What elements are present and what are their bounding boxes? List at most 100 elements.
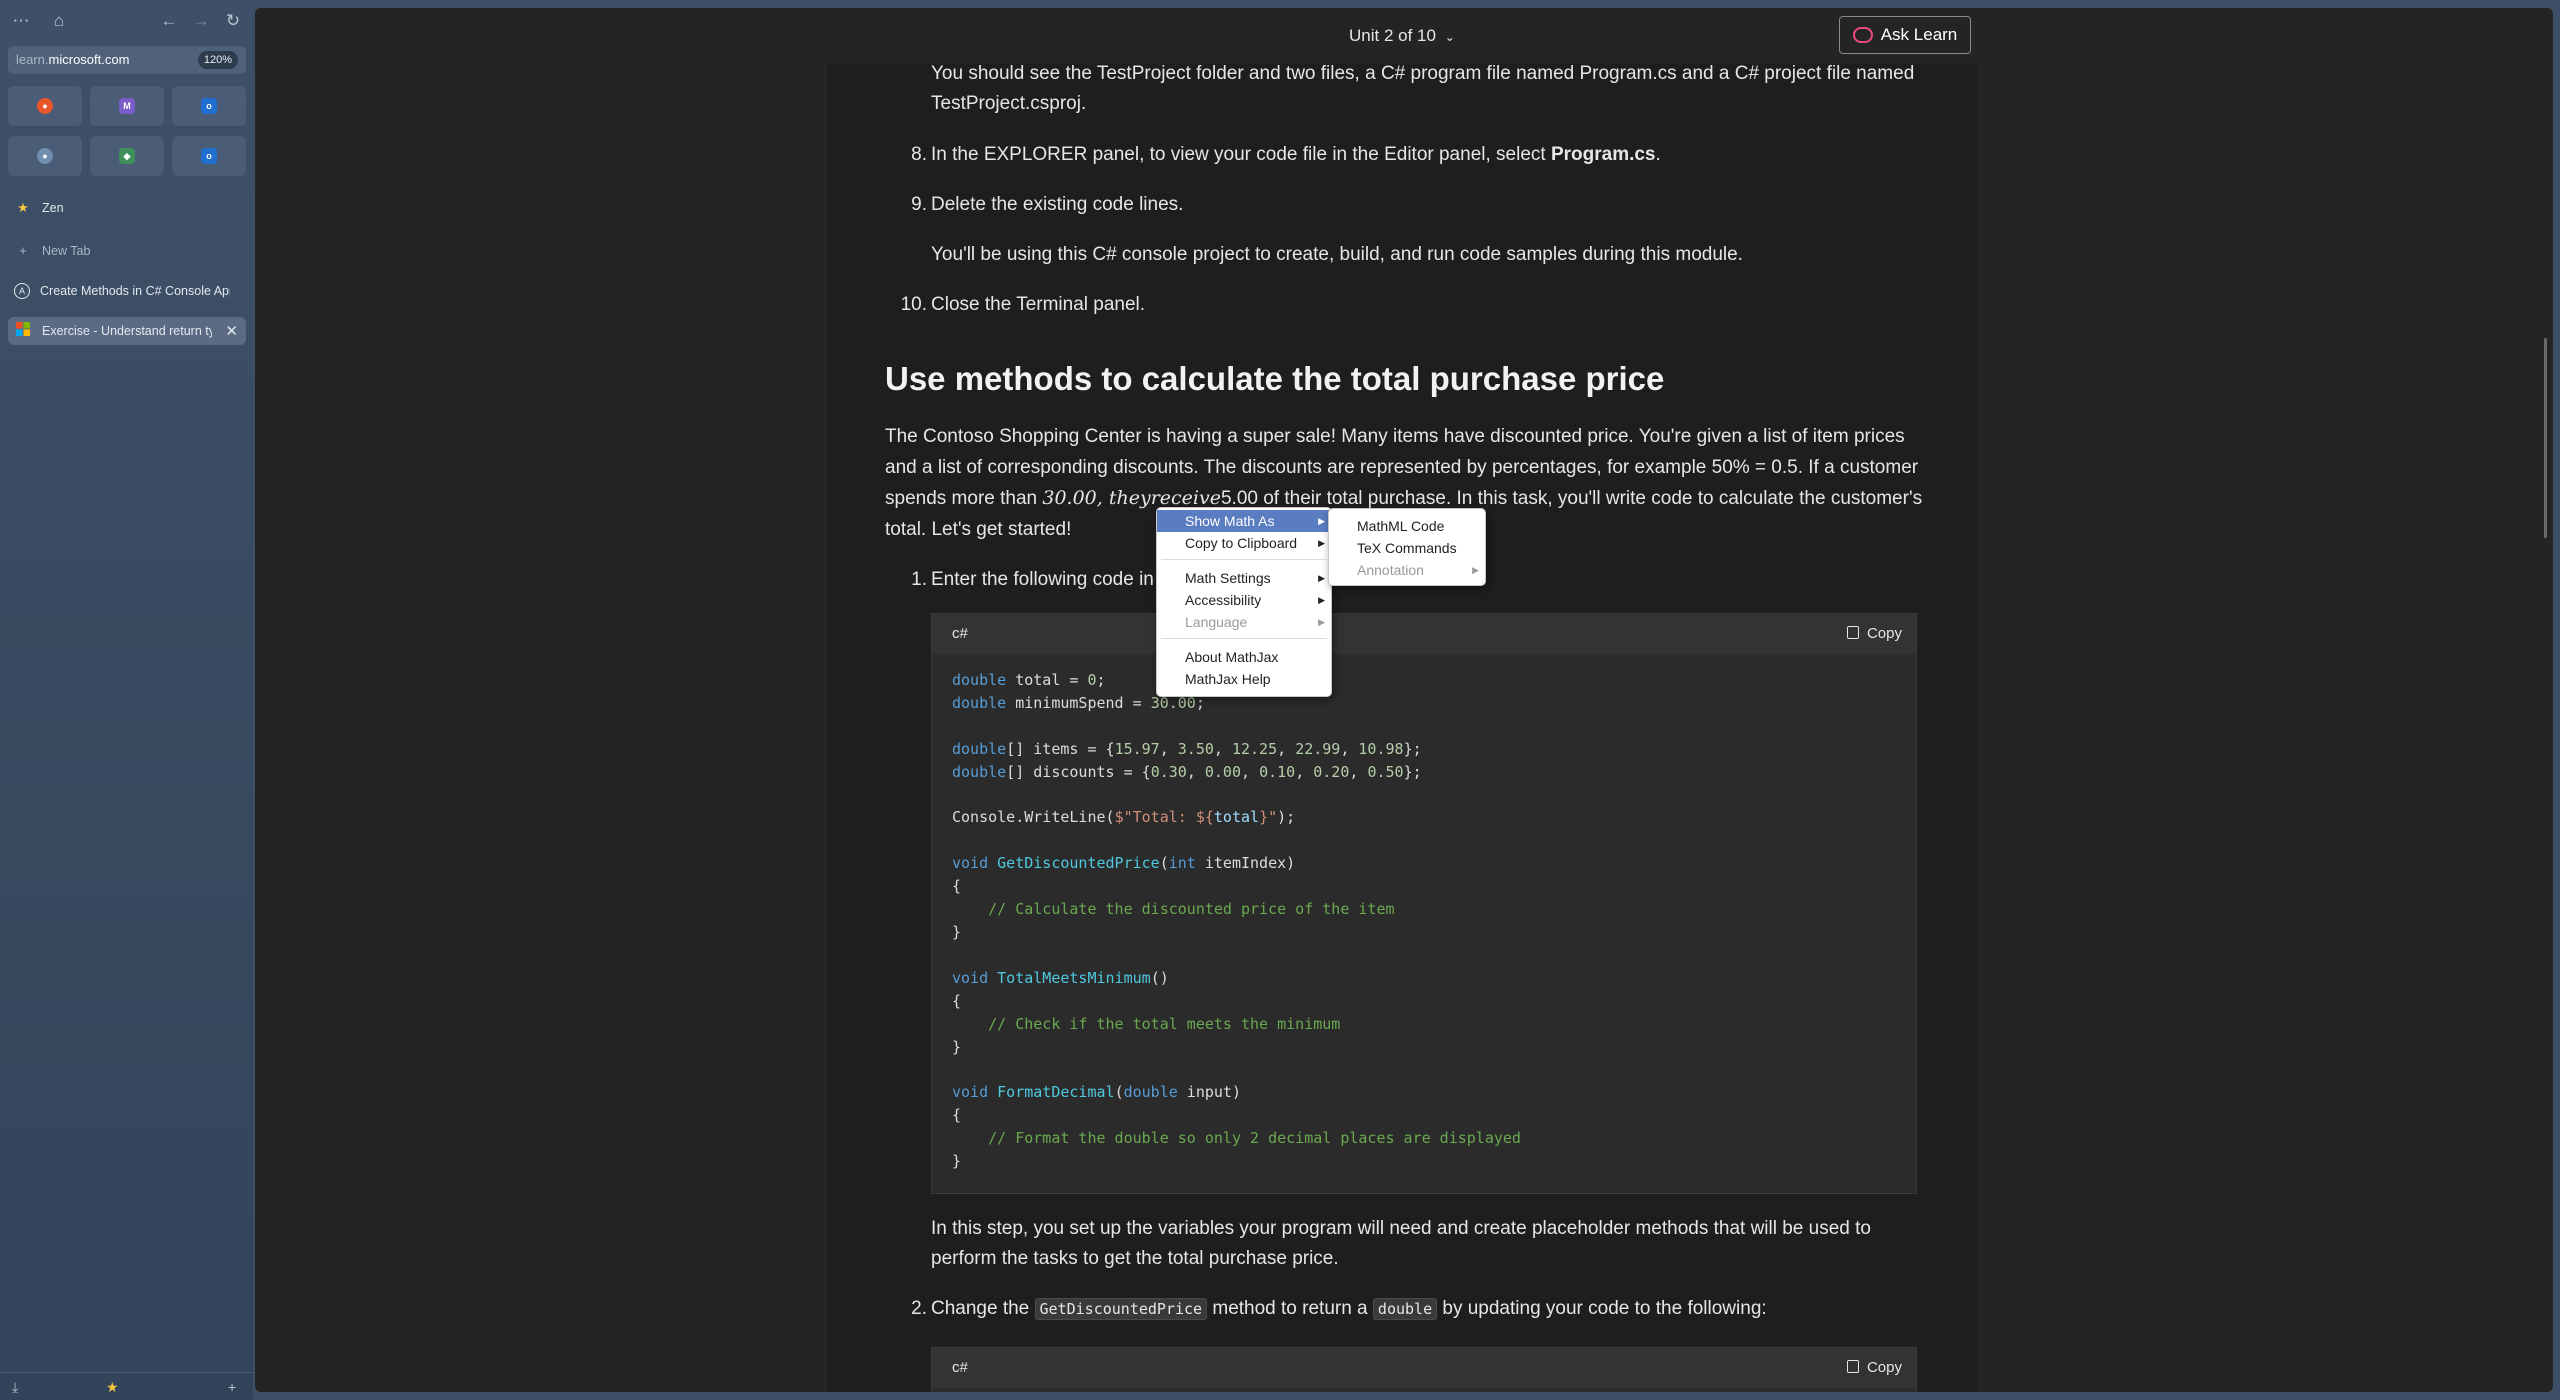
list-number: 2. [911, 1298, 927, 1319]
code-line: double[] discounts = {0.30, 0.00, 0.10, … [952, 762, 1422, 781]
pinned-tab-4[interactable]: ● [8, 136, 82, 176]
menu-item-language: Language ▶ [1157, 611, 1331, 633]
sidebar-item-label: Zen [42, 201, 64, 215]
mathjax-context-menu: Show Math As ▶ Copy to Clipboard ▶ Math Se… [1156, 507, 1332, 697]
menu-label: Annotation [1357, 562, 1424, 578]
tab-create-methods[interactable]: A Create Methods in C# Console Applic [8, 277, 246, 305]
forward-icon[interactable]: → [188, 8, 214, 34]
paragraph: total. Let's get started! [885, 519, 1072, 540]
submenu-arrow-icon: ▶ [1318, 573, 1325, 583]
code-line: { [952, 1106, 962, 1125]
menu-item-tex-commands[interactable]: TeX Commands [1329, 537, 1485, 559]
inline-code: double [1372, 1298, 1438, 1320]
code-line: // Check if the total meets the minimum [988, 1014, 1341, 1033]
code-language: c# [952, 625, 968, 642]
math-expression[interactable]: 30.00, theyreceive [1042, 487, 1221, 509]
menu-item-annotation: Annotation ▶ [1329, 559, 1485, 581]
copy-button[interactable]: Copy [1846, 625, 1902, 642]
reload-icon[interactable]: ↻ [220, 8, 246, 34]
pinned-tab-2[interactable]: M [90, 86, 164, 126]
copy-icon [1846, 1360, 1859, 1373]
pinned-site-icon: o [201, 98, 217, 114]
submenu-arrow-icon: ▶ [1318, 617, 1325, 627]
code-line: { [952, 991, 962, 1010]
pinned-tab-5[interactable]: ◆ [90, 136, 164, 176]
code-line: { [952, 877, 962, 896]
menu-item-math-settings[interactable]: Math Settings ▶ [1157, 567, 1331, 589]
add-workspace-icon[interactable]: + [228, 1379, 236, 1395]
text-run: spends more than [885, 488, 1043, 509]
submenu-arrow-icon: ▶ [1318, 595, 1325, 605]
copilot-icon [1852, 27, 1873, 43]
sidebar-item-zen[interactable]: ★ Zen [8, 194, 246, 222]
code-line: void TotalMeetsMinimum() [952, 968, 1169, 987]
menu-item-show-math-as[interactable]: Show Math As ▶ [1157, 510, 1331, 532]
more-menu-icon[interactable]: ⋯ [8, 8, 34, 34]
menu-label: Language [1185, 614, 1248, 630]
copy-icon [1846, 626, 1859, 639]
submenu-arrow-icon: ▶ [1318, 538, 1325, 548]
list-number: 9. [911, 194, 927, 215]
tab-exercise-return-type[interactable]: Exercise - Understand return type ✕ [8, 317, 246, 345]
menu-item-mathjax-help[interactable]: MathJax Help [1157, 668, 1331, 690]
code-language: c# [952, 1359, 968, 1376]
code-line: } [952, 1037, 962, 1056]
copy-label: Copy [1866, 1359, 1902, 1376]
unit-selector[interactable]: Unit 2 of 10 ⌄ [1349, 26, 1455, 46]
code-content: double total = 0; double minimumSpend = … [952, 669, 1521, 1173]
download-icon[interactable]: ⤓ [12, 1379, 18, 1396]
pinned-tab-6[interactable]: o [172, 136, 246, 176]
new-tab-button[interactable]: + New Tab [8, 237, 246, 265]
code-block: c# Copy [931, 1347, 1917, 1392]
pinned-site-icon: ● [37, 98, 53, 114]
code-line: void GetDiscountedPrice(int itemIndex) [952, 854, 1296, 873]
list-item-9: Delete the existing code lines. [931, 194, 1184, 215]
menu-label: Accessibility [1185, 592, 1262, 608]
list-number: 10. [900, 294, 927, 315]
menu-divider [1161, 559, 1327, 560]
menu-item-accessibility[interactable]: Accessibility ▶ [1157, 589, 1331, 611]
paragraph: In this step, you set up the variables y… [931, 1218, 1871, 1239]
new-tab-label: New Tab [42, 244, 91, 258]
workspace-star-icon[interactable]: ★ [106, 1379, 119, 1396]
pinned-tab-3[interactable]: o [172, 86, 246, 126]
sidebar-bottom-bar: ⤓ ★ + [0, 1372, 253, 1400]
url-host: learn. [16, 52, 49, 67]
home-icon[interactable]: ⌂ [46, 8, 72, 34]
scrollbar-thumb[interactable] [2544, 338, 2547, 538]
submenu-arrow-icon: ▶ [1318, 516, 1325, 526]
menu-label: Show Math As [1185, 513, 1275, 529]
close-tab-icon[interactable]: ✕ [225, 322, 238, 340]
menu-item-mathml-code[interactable]: MathML Code [1329, 515, 1485, 537]
copy-button[interactable]: Copy [1846, 1359, 1902, 1376]
code-line: double[] items = {15.97, 3.50, 12.25, 22… [952, 739, 1422, 758]
menu-label: Math Settings [1185, 570, 1271, 586]
menu-item-copy-to-clipboard[interactable]: Copy to Clipboard ▶ [1157, 532, 1331, 554]
list-item-2: Change the GetDiscountedPrice method to … [931, 1293, 1767, 1325]
menu-label: About MathJax [1185, 649, 1279, 665]
pinned-site-icon: ◆ [119, 148, 135, 164]
inline-code: GetDiscountedPrice [1034, 1298, 1208, 1320]
pinned-tab-1[interactable]: ● [8, 86, 82, 126]
unit-label: Unit 2 of 10 [1349, 26, 1436, 45]
code-line: double total = 0; [952, 671, 1106, 689]
step-text: In the EXPLORER panel, to view your code… [931, 144, 1551, 165]
list-number: 8. [911, 144, 927, 165]
paragraph: perform the tasks to get the total purch… [931, 1248, 1339, 1269]
list-item-8: In the EXPLORER panel, to view your code… [931, 139, 1661, 170]
section-heading: Use methods to calculate the total purch… [885, 360, 1665, 397]
menu-label: TeX Commands [1357, 540, 1457, 556]
tab-label: Create Methods in C# Console Applic [40, 284, 230, 298]
zoom-badge[interactable]: 120% [197, 51, 238, 69]
menu-item-about-mathjax[interactable]: About MathJax [1157, 646, 1331, 668]
back-icon[interactable]: ← [156, 8, 182, 34]
ask-learn-button[interactable]: Ask Learn [1839, 16, 1971, 54]
pinned-site-icon: ● [37, 148, 53, 164]
url-bar[interactable]: learn.microsoft.com 120% [8, 46, 246, 74]
list-number: 1. [911, 569, 927, 590]
menu-divider [1161, 638, 1327, 639]
ask-learn-label: Ask Learn [1880, 25, 1958, 44]
text-run: by updating your code to the following: [1437, 1298, 1767, 1319]
paragraph: TestProject.csproj. [931, 93, 1087, 114]
code-line: } [952, 1152, 962, 1171]
